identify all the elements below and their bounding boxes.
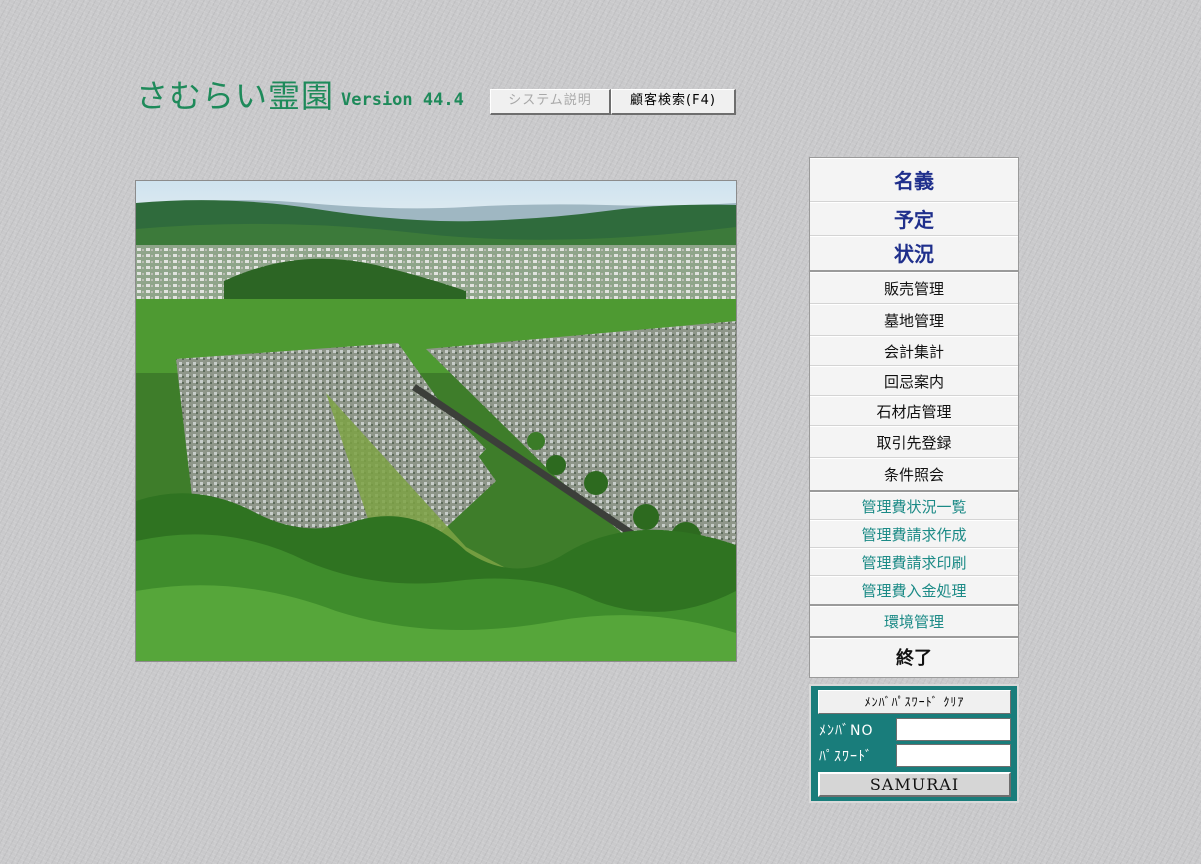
menu-item-sales-management[interactable]: 販売管理 [810,272,1018,304]
menu-item-memorial-notice[interactable]: 回忌案内 [810,366,1018,396]
menu-item-grave-management[interactable]: 墓地管理 [810,304,1018,336]
cemetery-photo [135,180,737,662]
menu-item-fee-invoice-create[interactable]: 管理費請求作成 [810,520,1018,548]
menu-item-supplier-registration[interactable]: 取引先登録 [810,426,1018,458]
menu-item-stone-shop-management[interactable]: 石材店管理 [810,396,1018,426]
password-input[interactable] [896,744,1011,767]
member-no-label: ﾒﾝﾊﾞNO [819,723,874,739]
menu-item-fee-status-list[interactable]: 管理費状況一覧 [810,492,1018,520]
password-label: ﾊﾟｽﾜｰﾄﾞ [819,749,873,765]
menu-item-condition-query[interactable]: 条件照会 [810,458,1018,492]
menu-item-environment-settings[interactable]: 環境管理 [810,606,1018,638]
menu-item-fee-invoice-print[interactable]: 管理費請求印刷 [810,548,1018,576]
member-no-input[interactable] [896,718,1011,741]
clear-credentials-button[interactable]: ﾒﾝﾊﾞﾊﾟｽﾜｰﾄﾞ ｸﾘｱ [818,690,1011,714]
version-label: Version 44.4 [341,90,464,110]
exit-button[interactable]: 終了 [810,638,1018,677]
cemetery-landscape-image [136,181,736,661]
system-description-button[interactable]: システム説明 [490,89,611,115]
menu-item-fee-payment[interactable]: 管理費入金処理 [810,576,1018,606]
menu-item-accounting[interactable]: 会計集計 [810,336,1018,366]
menu-item-schedule[interactable]: 予定 [810,202,1018,236]
login-panel: ﾒﾝﾊﾞﾊﾟｽﾜｰﾄﾞ ｸﾘｱ ﾒﾝﾊﾞNO ﾊﾟｽﾜｰﾄﾞ SAMURAI [809,684,1019,803]
main-menu: 名義 予定 状況 販売管理 墓地管理 会計集計 回忌案内 石材店管理 取引先登録… [809,157,1019,678]
app-title: さむらい霊園 [136,77,335,115]
samurai-login-button[interactable]: SAMURAI [818,772,1011,797]
customer-search-button[interactable]: 顧客検索(F4) [611,89,736,115]
menu-item-status[interactable]: 状況 [810,236,1018,272]
menu-item-holder[interactable]: 名義 [810,158,1018,202]
